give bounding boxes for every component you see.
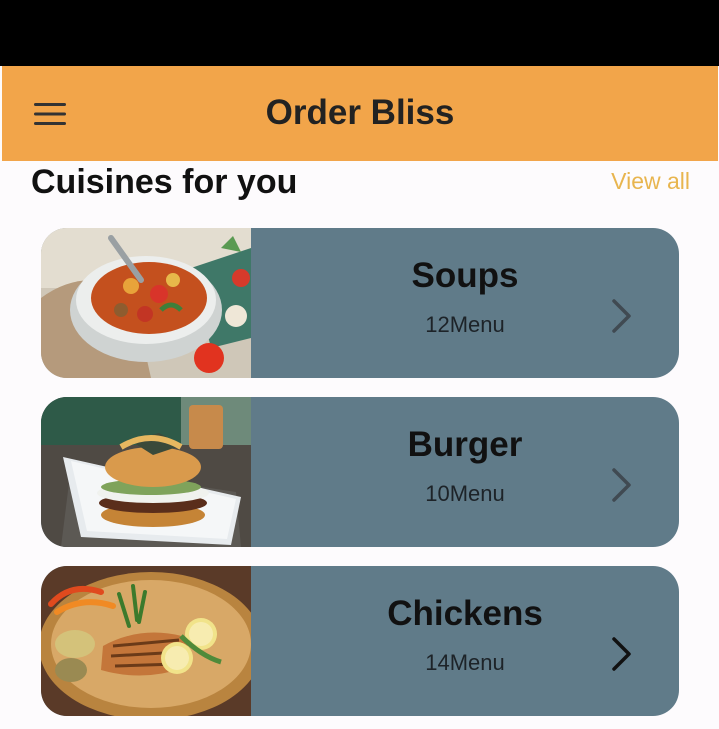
cuisine-card-burger[interactable]: Burger 10Menu (41, 397, 679, 547)
cuisine-card-chickens[interactable]: Chickens 14Menu (41, 566, 679, 716)
section-title: Cuisines for you (31, 163, 298, 201)
cuisine-name: Chickens (387, 594, 543, 633)
grilled-chicken-image (41, 566, 251, 716)
chevron-right-icon (609, 467, 635, 503)
cuisine-card-soups[interactable]: Soups 12Menu (41, 228, 679, 378)
cuisine-name: Burger (407, 425, 523, 464)
cuisine-name: Soups (411, 256, 519, 295)
status-bar (0, 0, 719, 66)
app-title: Order Bliss (265, 93, 455, 132)
chevron-right-icon (609, 298, 635, 334)
view-all-link[interactable]: View all (611, 166, 690, 196)
chevron-right-icon (609, 636, 635, 672)
app-bar: Order Bliss (2, 66, 718, 161)
soup-bowl-image (41, 228, 251, 378)
burger-plate-image (41, 397, 251, 547)
